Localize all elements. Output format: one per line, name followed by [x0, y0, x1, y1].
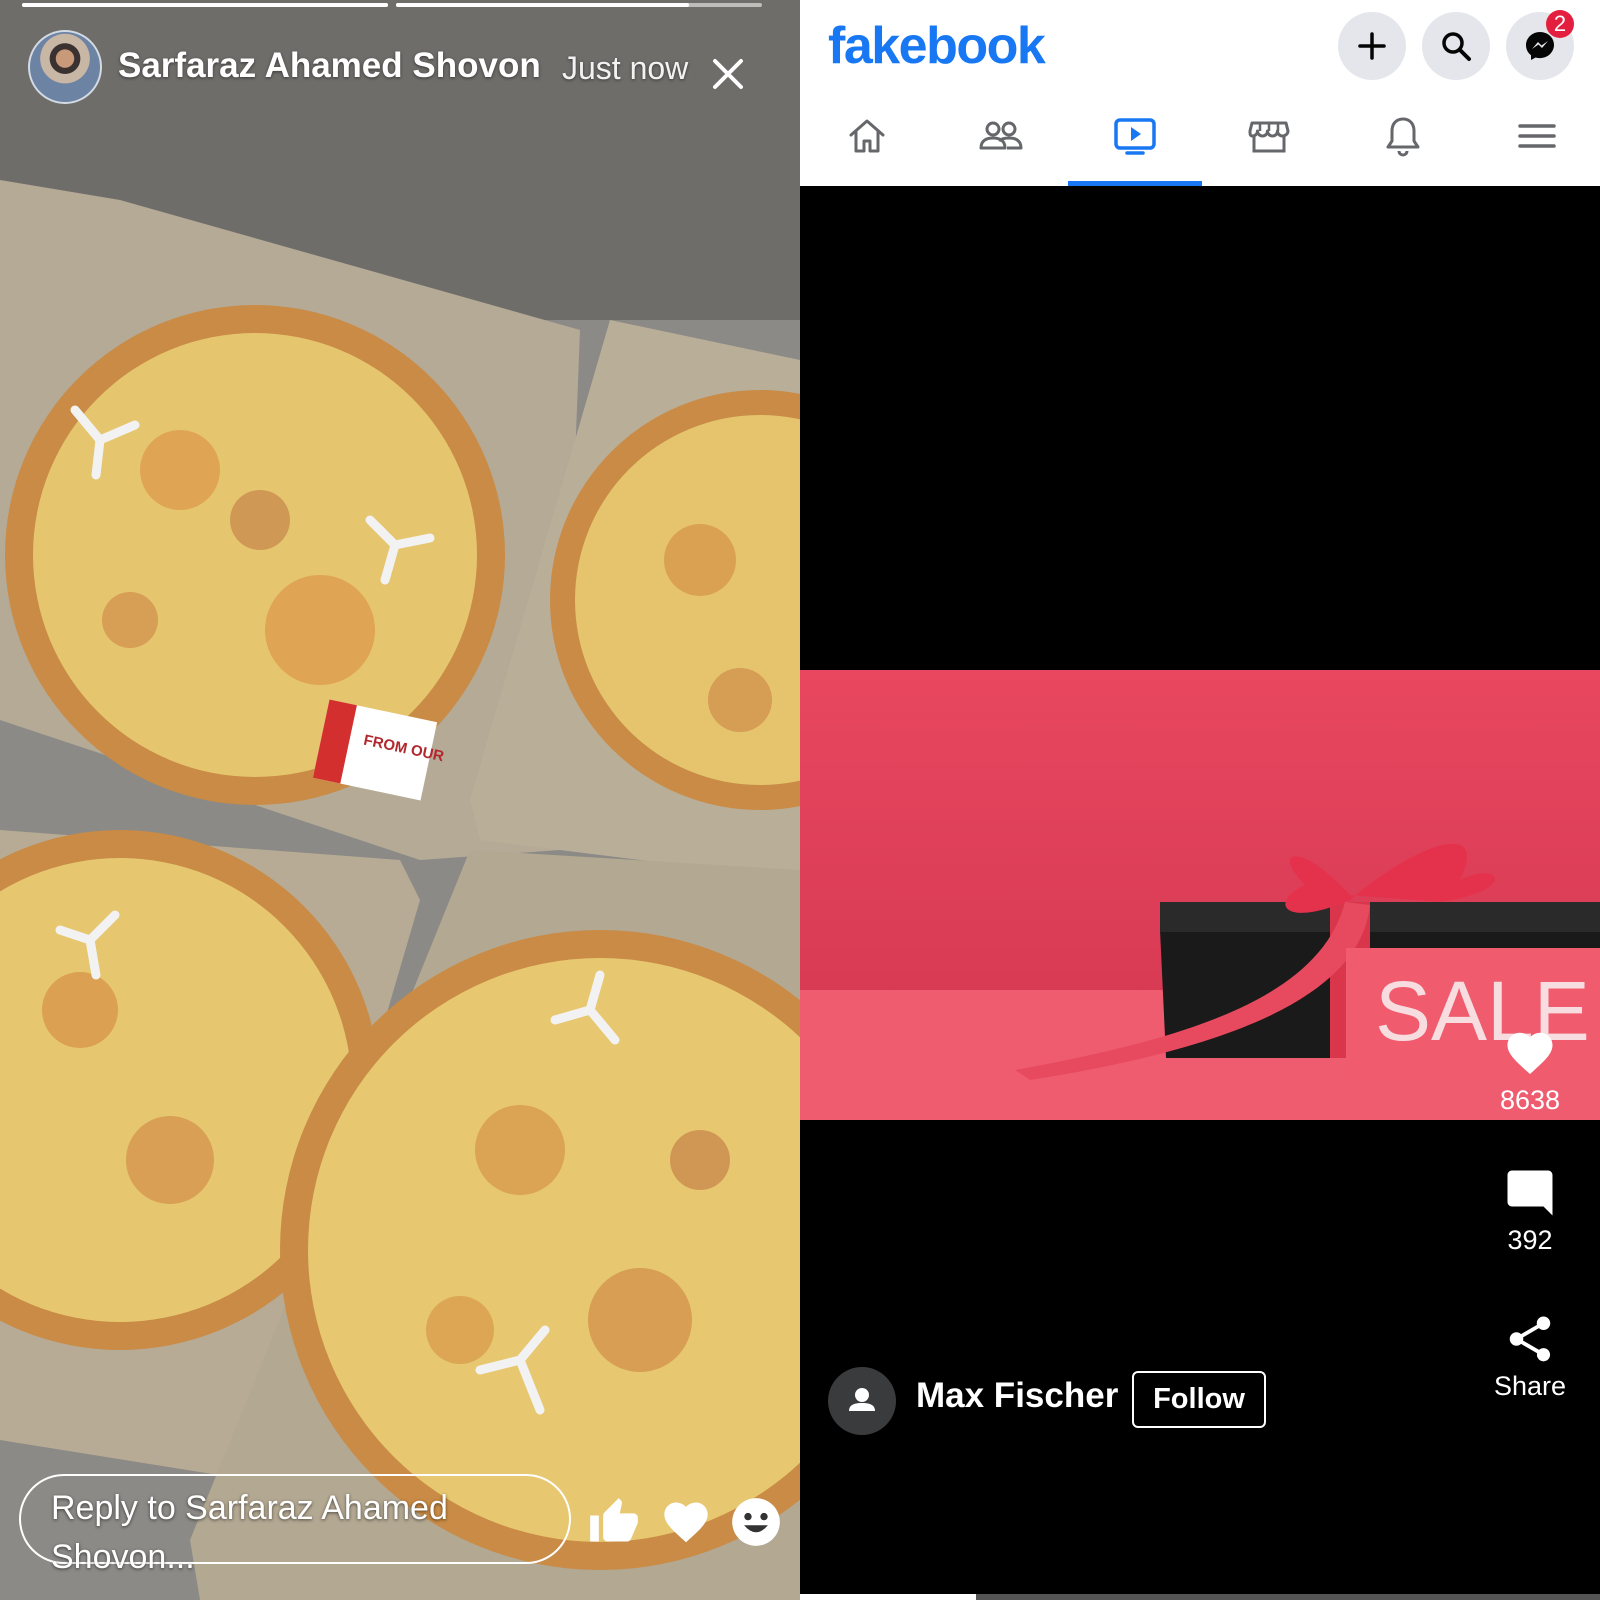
- video-progress-bar[interactable]: [800, 1594, 1600, 1600]
- search-button[interactable]: [1422, 12, 1490, 80]
- close-icon: [713, 59, 743, 89]
- comment-count: 392: [1507, 1225, 1553, 1255]
- story-timestamp: Just now: [562, 50, 689, 86]
- fakebook-app: fakebook 2 SALE 8638 392 Share Max Fisch…: [800, 0, 1600, 1600]
- story-viewer[interactable]: FROM OUR Sarfaraz Ahamed Shovon Just now…: [0, 0, 800, 1600]
- watch-icon: [1114, 118, 1156, 155]
- create-button[interactable]: [1338, 12, 1406, 80]
- video-author-name[interactable]: Max Fischer: [916, 1376, 1118, 1416]
- story-author-avatar[interactable]: [28, 30, 102, 104]
- app-logo[interactable]: fakebook: [828, 16, 1046, 76]
- tab-home[interactable]: [800, 100, 934, 186]
- bell-icon: [1386, 117, 1420, 157]
- heart-icon: [1507, 1032, 1553, 1075]
- home-icon: [849, 119, 885, 153]
- comment-action[interactable]: 392: [1480, 1166, 1580, 1256]
- tab-menu[interactable]: [1470, 100, 1600, 186]
- friends-icon: [979, 121, 1023, 150]
- story-photo-pizzas: FROM OUR: [0, 0, 800, 1600]
- marketplace-icon: [1248, 121, 1290, 153]
- active-tab-indicator: [1068, 181, 1202, 186]
- tab-watch[interactable]: [1068, 100, 1202, 186]
- search-icon: [1442, 32, 1471, 61]
- follow-button[interactable]: Follow: [1132, 1371, 1266, 1428]
- person-icon: [849, 1388, 875, 1411]
- menu-icon: [1518, 124, 1556, 148]
- messenger-badge: 2: [1546, 10, 1574, 38]
- smiley-icon: [732, 1498, 780, 1546]
- video-author-avatar[interactable]: [828, 1367, 896, 1435]
- messenger-button[interactable]: 2: [1506, 10, 1574, 80]
- emoji-reaction-button[interactable]: [730, 1496, 782, 1548]
- story-author-name[interactable]: Sarfaraz Ahamed Shovon: [118, 46, 541, 86]
- thumbs-up-icon: [590, 1498, 638, 1542]
- plus-icon: [1358, 32, 1386, 60]
- story-progress-2: [396, 3, 762, 7]
- heart-icon: [664, 1502, 708, 1543]
- tab-marketplace[interactable]: [1202, 100, 1336, 186]
- tab-notifications[interactable]: [1336, 100, 1470, 186]
- tab-friends[interactable]: [934, 100, 1068, 186]
- share-label: Share: [1493, 1371, 1567, 1401]
- story-reply-placeholder: Reply to Sarfaraz Ahamed Shovon...: [51, 1489, 448, 1576]
- share-action[interactable]: Share: [1480, 1312, 1580, 1402]
- like-reaction-button[interactable]: [588, 1496, 640, 1548]
- story-progress-1: [22, 3, 388, 7]
- story-close-button[interactable]: [706, 52, 750, 96]
- love-reaction-button[interactable]: [660, 1496, 712, 1548]
- like-count: 8638: [1499, 1085, 1561, 1115]
- share-icon: [1509, 1316, 1551, 1362]
- comment-icon: [1507, 1170, 1553, 1216]
- story-reply-input[interactable]: Reply to Sarfaraz Ahamed Shovon...: [19, 1474, 571, 1576]
- like-action[interactable]: 8638: [1480, 1026, 1580, 1116]
- app-header: fakebook 2: [800, 0, 1600, 186]
